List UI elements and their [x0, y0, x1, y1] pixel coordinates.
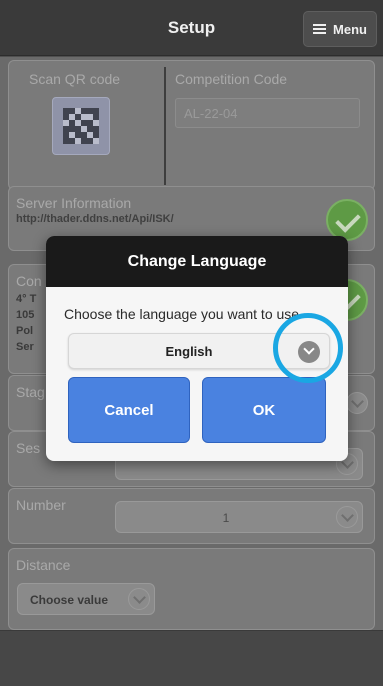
stage-label: Stag: [16, 384, 45, 400]
number-card: Number 1: [8, 488, 375, 544]
session-label: Ses: [16, 440, 41, 456]
chevron-down-icon: [128, 588, 150, 610]
dialog-title: Change Language: [46, 236, 348, 287]
competition-info-label: Con: [16, 273, 42, 289]
competition-line-2: 105: [16, 309, 35, 321]
qr-code-icon: [63, 108, 99, 144]
competition-line-4: Ser: [16, 341, 34, 353]
number-value: 1: [222, 511, 230, 525]
chevron-down-icon: [336, 506, 358, 528]
scan-qr-label: Scan QR code: [29, 71, 121, 87]
server-info-label: Server Information: [16, 195, 132, 211]
competition-code-input[interactable]: AL-22-04: [175, 98, 360, 128]
distance-placeholder: Choose value: [30, 593, 109, 607]
menu-button[interactable]: Menu: [303, 11, 377, 47]
distance-label: Distance: [16, 557, 71, 573]
server-url: http://thader.ddns.net/Api/ISK/: [16, 213, 174, 225]
number-select[interactable]: 1: [115, 501, 363, 533]
vertical-divider: [164, 67, 166, 185]
distance-select[interactable]: Choose value: [17, 583, 155, 615]
highlight-ring: [273, 313, 343, 383]
distance-card: Distance Choose value: [8, 548, 375, 630]
scan-qr-button[interactable]: [52, 97, 110, 155]
ok-button[interactable]: OK: [202, 377, 326, 443]
check-icon: [326, 199, 368, 241]
qr-competition-card: Scan QR code Competition Code AL-22-04: [8, 60, 375, 190]
cancel-button[interactable]: Cancel: [68, 377, 190, 443]
hamburger-icon: [313, 24, 327, 34]
competition-line-1: 4° T: [16, 293, 37, 305]
number-label: Number: [16, 497, 66, 513]
chevron-down-icon[interactable]: [346, 392, 368, 414]
bottom-bar: [0, 630, 383, 686]
competition-line-3: Pol: [16, 325, 34, 337]
top-bar: Setup Menu: [0, 0, 383, 56]
competition-code-label: Competition Code: [175, 71, 288, 87]
menu-button-label: Menu: [333, 21, 367, 37]
